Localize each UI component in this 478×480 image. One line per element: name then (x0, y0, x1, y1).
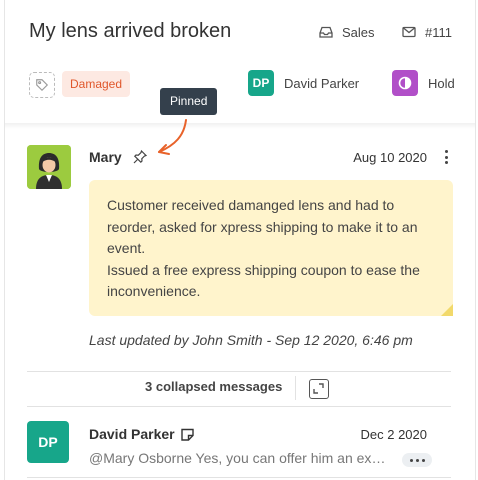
hold-status-icon (392, 70, 418, 96)
message-author: David Parker (89, 426, 175, 442)
expand-icon[interactable] (309, 379, 329, 399)
add-tag-button[interactable] (29, 72, 55, 98)
collapsed-separator (295, 376, 296, 400)
ticket-title: My lens arrived broken (29, 20, 232, 42)
message-menu-button[interactable] (443, 150, 449, 164)
message-date: Aug 10 2020 (353, 150, 427, 165)
assignee-avatar: DP (248, 70, 274, 96)
ticket-number: #111 (401, 24, 452, 40)
collapsed-bottom-line (27, 406, 451, 407)
message-divider (27, 477, 451, 478)
inbox-label[interactable]: Sales (318, 24, 375, 40)
pin-icon[interactable] (132, 149, 148, 165)
note-text: Customer received damanged lens and had … (107, 197, 420, 299)
mary-avatar (27, 145, 71, 189)
david-avatar: DP (27, 421, 69, 463)
message-author: Mary (89, 149, 122, 165)
pinned-tooltip: Pinned (160, 88, 218, 115)
assignee-selector[interactable]: DP David Parker (248, 70, 359, 96)
last-updated: Last updated by John Smith - Sep 12 2020… (89, 332, 413, 348)
collapsed-messages-button[interactable]: 3 collapsed messages (145, 379, 282, 394)
collapsed-top-line (27, 371, 451, 372)
status-selector[interactable]: Hold (392, 70, 455, 96)
header-shadow (5, 123, 475, 129)
message-date: Dec 2 2020 (360, 427, 428, 442)
inbox-name: Sales (342, 24, 375, 40)
internal-note: Customer received damanged lens and had … (89, 180, 453, 316)
arrow-icon (158, 119, 187, 155)
message-preview[interactable]: @Mary Osborne Yes, you can offer him an … (89, 450, 393, 466)
envelope-icon (402, 26, 416, 38)
status-label: Hold (428, 75, 455, 91)
tag-badge[interactable]: Damaged (62, 71, 131, 97)
more-button[interactable] (402, 453, 432, 467)
conversation-card: My lens arrived broken Sales #111 Damage… (4, 0, 476, 480)
inbox-icon (319, 26, 333, 38)
tag-icon (36, 79, 49, 92)
ticket-number-text: #111 (425, 24, 452, 40)
note-fold (441, 304, 453, 316)
note-icon (181, 428, 194, 441)
assignee-name: David Parker (284, 75, 360, 91)
